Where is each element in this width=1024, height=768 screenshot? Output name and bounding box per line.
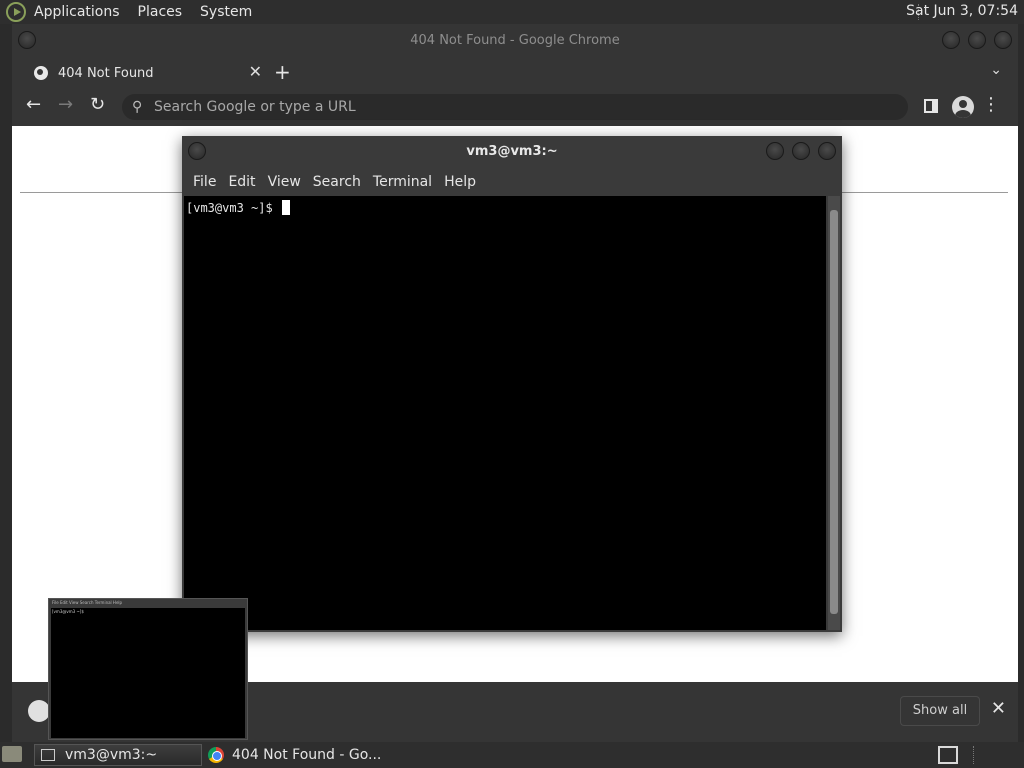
window-thumbnail-preview[interactable]: File Edit View Search Terminal Help [vm3… — [48, 598, 248, 740]
workspace-switcher[interactable] — [938, 746, 958, 764]
window-menu-button[interactable] — [18, 31, 36, 49]
terminal-titlebar[interactable]: vm3@vm3:~ — [182, 136, 842, 168]
taskbar-item-chrome[interactable]: 404 Not Found - Go... — [206, 744, 406, 766]
thumbnail-terminal-body: [vm3@vm3 ~]$ — [51, 608, 245, 738]
tab-strip: 404 Not Found ✕ + ⌄ — [12, 58, 1018, 88]
tab-404-not-found[interactable]: 404 Not Found ✕ — [22, 58, 264, 88]
window-title: 404 Not Found - Google Chrome — [410, 33, 620, 48]
thumbnail-prompt: [vm3@vm3 ~]$ — [52, 609, 84, 614]
terminal-window-menu-button[interactable] — [188, 142, 206, 160]
shell-prompt: [vm3@vm3 ~]$ — [186, 201, 280, 215]
download-bar-close-icon[interactable]: ✕ — [991, 698, 1006, 719]
menu-system[interactable]: System — [200, 4, 252, 20]
forward-button[interactable]: → — [58, 94, 73, 115]
side-panel-icon[interactable] — [924, 99, 938, 113]
menu-file[interactable]: File — [193, 174, 216, 190]
scrollbar-thumb[interactable] — [830, 210, 838, 614]
new-tab-button[interactable]: + — [274, 60, 291, 84]
taskbar-item-label: 404 Not Found - Go... — [232, 747, 382, 763]
terminal-menubar: File Edit View Search Terminal Help — [182, 168, 842, 196]
taskbar-item-label: vm3@vm3:~ — [65, 747, 158, 763]
clock[interactable]: Sat Jun 3, 07:54 — [906, 3, 1018, 19]
menu-edit[interactable]: Edit — [228, 174, 255, 190]
show-all-button[interactable]: Show all — [900, 696, 980, 726]
terminal-close-button[interactable] — [818, 142, 836, 160]
thumbnail-menubar: File Edit View Search Terminal Help — [52, 600, 123, 605]
chrome-titlebar[interactable]: 404 Not Found - Google Chrome — [12, 24, 1018, 58]
terminal-output[interactable]: [vm3@vm3 ~]$ — [184, 196, 826, 630]
chrome-menu-button[interactable]: ⋮ — [982, 94, 1000, 115]
browser-toolbar: ← → ↻ ⚲ Search Google or type a URL ⋮ — [12, 88, 1018, 126]
text-cursor — [281, 200, 290, 215]
menu-search[interactable]: Search — [313, 174, 361, 190]
menu-help[interactable]: Help — [444, 174, 476, 190]
download-file-icon[interactable] — [28, 700, 50, 722]
search-icon: ⚲ — [132, 99, 143, 115]
taskbar-separator — [973, 746, 974, 764]
terminal-icon — [41, 749, 55, 761]
profile-avatar-icon[interactable] — [952, 96, 974, 118]
tab-close-icon[interactable]: ✕ — [249, 62, 262, 81]
terminal-maximize-button[interactable] — [792, 142, 810, 160]
chrome-icon — [208, 747, 224, 763]
tab-title: 404 Not Found — [58, 65, 154, 81]
menu-view[interactable]: View — [268, 174, 301, 190]
terminal-minimize-button[interactable] — [766, 142, 784, 160]
address-bar[interactable]: ⚲ Search Google or type a URL — [122, 94, 908, 120]
top-panel: Applications Places System Sat Jun 3, 07… — [0, 0, 1024, 24]
back-button[interactable]: ← — [26, 94, 41, 115]
globe-icon — [34, 66, 48, 80]
mate-logo-icon[interactable] — [6, 2, 26, 22]
address-bar-placeholder: Search Google or type a URL — [154, 99, 356, 115]
reload-button[interactable]: ↻ — [90, 94, 105, 115]
show-desktop-icon[interactable] — [2, 746, 22, 762]
minimize-button[interactable] — [942, 31, 960, 49]
close-button[interactable] — [994, 31, 1012, 49]
menu-places[interactable]: Places — [138, 4, 183, 20]
maximize-button[interactable] — [968, 31, 986, 49]
terminal-window: vm3@vm3:~ File Edit View Search Terminal… — [182, 136, 842, 632]
tab-search-chevron-icon[interactable]: ⌄ — [990, 62, 1002, 78]
taskbar-item-terminal[interactable]: vm3@vm3:~ — [34, 744, 202, 766]
menu-applications[interactable]: Applications — [34, 4, 120, 20]
terminal-title: vm3@vm3:~ — [466, 144, 558, 159]
terminal-scrollbar[interactable] — [828, 196, 840, 630]
bottom-taskbar: vm3@vm3:~ 404 Not Found - Go... — [0, 742, 1024, 768]
menu-terminal[interactable]: Terminal — [373, 174, 432, 190]
